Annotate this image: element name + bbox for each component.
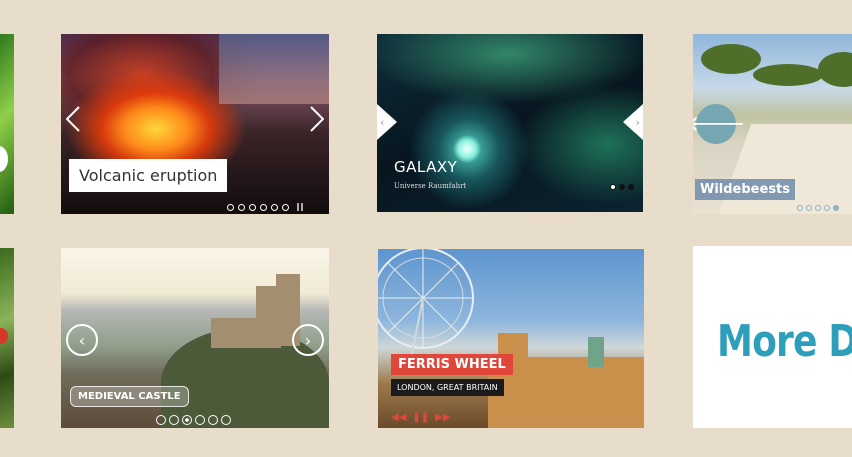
- slider-wildebeest[interactable]: 🡐 Wildebeests: [693, 34, 852, 214]
- pagination-dot[interactable]: [628, 184, 634, 190]
- chevron-right-icon: ›: [635, 116, 640, 129]
- slider-volcano[interactable]: Volcanic eruption: [61, 34, 329, 214]
- arrow-left-icon[interactable]: 🡐: [693, 104, 746, 144]
- pagination-dot[interactable]: [824, 205, 830, 211]
- pagination-dot[interactable]: [227, 203, 234, 211]
- more-demos-card[interactable]: More De: [693, 246, 852, 428]
- next-circle-button[interactable]: ›: [292, 324, 324, 356]
- pagination-dot[interactable]: [797, 205, 803, 211]
- slide-caption: Wildebeests: [695, 179, 796, 200]
- pagination-dot[interactable]: [221, 415, 231, 425]
- partial-slider-left-top: [0, 34, 14, 214]
- slide-caption: MEDIEVAL CASTLE: [70, 386, 189, 407]
- pagination-dot[interactable]: [619, 184, 625, 190]
- pagination-dot[interactable]: [238, 203, 245, 211]
- pagination-dot[interactable]: [182, 415, 192, 425]
- partial-red-indicator[interactable]: [0, 328, 8, 344]
- partial-next-knob[interactable]: [0, 146, 8, 172]
- rewind-icon[interactable]: ◀◀: [391, 412, 406, 423]
- playback-controls: ◀◀ ❚❚ ▶▶: [391, 412, 451, 423]
- pagination-dot[interactable]: [156, 415, 166, 425]
- slide-title: FERRIS WHEEL: [391, 354, 513, 375]
- slide-title: GALAXY: [394, 158, 458, 176]
- slide-subtitle: LONDON, GREAT BRITAIN: [391, 379, 504, 396]
- pagination-dots: [797, 205, 839, 211]
- clock-tower: [588, 337, 604, 367]
- prev-arrow-icon[interactable]: [66, 106, 80, 132]
- tree: [818, 52, 852, 87]
- pagination-dot[interactable]: [208, 415, 218, 425]
- pause-icon[interactable]: ❚❚: [412, 412, 429, 423]
- pagination-dot[interactable]: [610, 184, 616, 190]
- pagination-dot[interactable]: [195, 415, 205, 425]
- pagination-dot[interactable]: [169, 415, 179, 425]
- pagination-dots: [227, 203, 303, 211]
- pause-icon[interactable]: [297, 203, 303, 211]
- pagination-dot[interactable]: [815, 205, 821, 211]
- next-tab-button[interactable]: [623, 104, 643, 140]
- more-demos-link[interactable]: More De: [717, 316, 852, 367]
- castle-wall: [211, 318, 281, 348]
- slider-castle[interactable]: ‹ › MEDIEVAL CASTLE: [61, 248, 329, 428]
- slide-caption: Volcanic eruption: [69, 159, 228, 192]
- pagination-dots: [156, 415, 231, 425]
- forward-icon[interactable]: ▶▶: [435, 412, 450, 423]
- slider-ferris-wheel[interactable]: FERRIS WHEEL LONDON, GREAT BRITAIN ◀◀ ❚❚…: [378, 249, 644, 428]
- dirt-road: [714, 124, 852, 214]
- tree: [753, 64, 823, 86]
- pagination-dot[interactable]: [806, 205, 812, 211]
- slider-galaxy[interactable]: ‹ › GALAXY Universe Raumfahrt: [377, 34, 643, 212]
- prev-circle-button[interactable]: ‹: [66, 324, 98, 356]
- sky-background: [219, 34, 329, 104]
- partial-slider-left-bottom: [0, 248, 14, 428]
- slide-subtitle: Universe Raumfahrt: [394, 182, 467, 190]
- pagination-dot[interactable]: [271, 203, 278, 211]
- pagination-dot[interactable]: [833, 205, 839, 211]
- pagination-dot[interactable]: [260, 203, 267, 211]
- tree: [701, 44, 761, 74]
- chevron-left-icon: ‹: [380, 116, 385, 129]
- pagination-dot[interactable]: [282, 203, 289, 211]
- pagination-dot[interactable]: [249, 203, 256, 211]
- next-arrow-icon[interactable]: [310, 106, 324, 132]
- pagination-dots: [610, 184, 634, 190]
